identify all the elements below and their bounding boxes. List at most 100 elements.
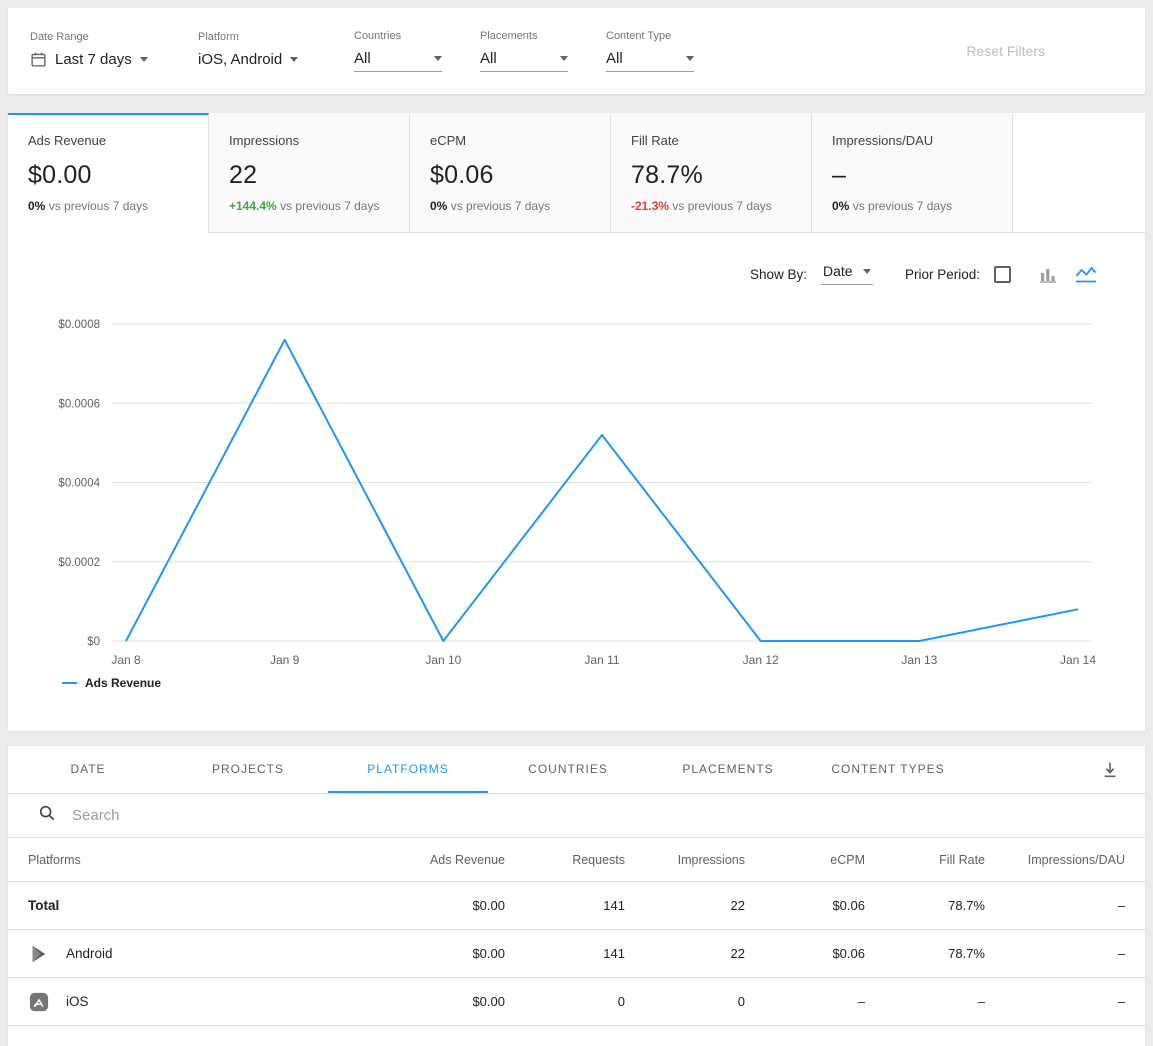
metric-delta: 0% vs previous 7 days: [430, 199, 590, 213]
date-range-value: Last 7 days: [55, 51, 132, 68]
cell-ecpm: $0.06: [745, 898, 865, 913]
show-by-label: Show By:: [750, 267, 807, 282]
legend-label: Ads Revenue: [85, 676, 161, 690]
svg-text:Jan 12: Jan 12: [743, 653, 779, 667]
svg-text:Jan 14: Jan 14: [1060, 653, 1096, 667]
countries-select[interactable]: All: [354, 50, 442, 72]
date-range-label: Date Range: [30, 31, 160, 43]
column-header-ecpm: eCPM: [745, 853, 865, 867]
metric-label: eCPM: [430, 133, 590, 148]
column-header-impressions: Impressions: [625, 853, 745, 867]
placements-select[interactable]: All: [480, 50, 568, 72]
content-type-value: All: [606, 50, 623, 67]
metric-value: 22: [229, 161, 389, 190]
chart-legend: Ads Revenue: [8, 676, 1145, 690]
show-by-select[interactable]: Date: [821, 263, 873, 285]
metric-delta: 0% vs previous 7 days: [832, 199, 992, 213]
cell-fill-rate: –: [865, 994, 985, 1009]
metric-tab-impressions[interactable]: Impressions 22 +144.4% vs previous 7 day…: [209, 113, 410, 233]
tab-platforms[interactable]: PLATFORMS: [328, 746, 488, 793]
ads-analytics-dashboard: { "colors": { "accent": "#2196f3", "posi…: [0, 8, 1153, 1037]
metric-label: Impressions/DAU: [832, 133, 992, 148]
tab-content-types[interactable]: CONTENT TYPES: [808, 746, 968, 793]
cell-impressions-dau: –: [985, 946, 1145, 961]
svg-text:Jan 10: Jan 10: [425, 653, 461, 667]
svg-text:Jan 8: Jan 8: [111, 653, 141, 667]
countries-filter: Countries All: [354, 30, 442, 72]
ios-platform-icon: [28, 992, 50, 1012]
placements-value: All: [480, 50, 497, 67]
svg-text:$0.0008: $0.0008: [58, 319, 100, 331]
metric-delta: -21.3% vs previous 7 days: [631, 199, 791, 213]
calendar-icon: [30, 51, 47, 68]
chevron-down-icon: [560, 56, 568, 61]
row-label: iOS: [66, 994, 89, 1009]
tab-projects[interactable]: PROJECTS: [168, 746, 328, 793]
platform-label: Platform: [198, 31, 316, 43]
column-header-requests: Requests: [505, 853, 625, 867]
table-row-ios[interactable]: iOS $0.00 0 0 – – –: [8, 978, 1145, 1026]
countries-label: Countries: [354, 30, 442, 42]
metric-value: $0.00: [28, 161, 188, 190]
table-row-android[interactable]: Android $0.00 141 22 $0.06 78.7% –: [8, 930, 1145, 978]
content-type-label: Content Type: [606, 30, 694, 42]
cell-impressions: 22: [625, 898, 745, 913]
cell-impressions-dau: –: [985, 898, 1145, 913]
cell-ecpm: –: [745, 994, 865, 1009]
platform-filter: Platform iOS, Android: [198, 31, 316, 72]
chart-type-toggle: [1039, 264, 1097, 284]
platform-value: iOS, Android: [198, 51, 282, 68]
cell-requests: 141: [505, 946, 625, 961]
chevron-down-icon: [863, 269, 871, 274]
chevron-down-icon: [434, 56, 442, 61]
tab-placements[interactable]: PLACEMENTS: [648, 746, 808, 793]
row-label: Total: [28, 898, 59, 913]
metric-tab-impressions-dau[interactable]: Impressions/DAU – 0% vs previous 7 days: [812, 113, 1013, 233]
search-icon: [38, 804, 56, 827]
row-label: Android: [66, 946, 113, 961]
bar-chart-icon[interactable]: [1039, 264, 1059, 284]
content-type-filter: Content Type All: [606, 30, 694, 72]
column-header-platforms: Platforms: [8, 853, 380, 867]
chart-controls: Show By: Date Prior Period:: [8, 259, 1145, 289]
metric-tab-fill-rate[interactable]: Fill Rate 78.7% -21.3% vs previous 7 day…: [611, 113, 812, 233]
prior-period-checkbox[interactable]: [994, 266, 1011, 283]
reset-filters-button[interactable]: Reset Filters: [966, 43, 1045, 59]
cell-impressions: 22: [625, 946, 745, 961]
tab-date[interactable]: DATE: [8, 746, 168, 793]
platform-select[interactable]: iOS, Android: [198, 51, 316, 72]
svg-text:$0: $0: [87, 636, 100, 648]
android-platform-icon: [28, 944, 50, 964]
metric-tab-ecpm[interactable]: eCPM $0.06 0% vs previous 7 days: [410, 113, 611, 233]
table-header-row: Platforms Ads Revenue Requests Impressio…: [8, 838, 1145, 882]
metric-tabs-filler: [1013, 113, 1145, 233]
cell-requests: 141: [505, 898, 625, 913]
metric-label: Ads Revenue: [28, 133, 188, 148]
metric-value: 78.7%: [631, 161, 791, 190]
countries-value: All: [354, 50, 371, 67]
chevron-down-icon: [140, 57, 148, 62]
metric-label: Impressions: [229, 133, 389, 148]
svg-text:Jan 13: Jan 13: [901, 653, 937, 667]
placements-label: Placements: [480, 30, 568, 42]
svg-text:$0.0006: $0.0006: [58, 398, 100, 410]
show-by-value: Date: [823, 263, 853, 279]
table-row-total[interactable]: Total $0.00 141 22 $0.06 78.7% –: [8, 882, 1145, 930]
metric-value: –: [832, 161, 992, 190]
date-range-select[interactable]: Last 7 days: [30, 51, 160, 72]
download-icon[interactable]: [1101, 746, 1119, 793]
prior-period-label: Prior Period:: [905, 267, 980, 282]
column-header-fill-rate: Fill Rate: [865, 853, 985, 867]
filter-bar: Date Range Last 7 days Platform iOS, And…: [8, 8, 1145, 94]
svg-text:$0.0002: $0.0002: [58, 557, 100, 569]
metric-delta: +144.4% vs previous 7 days: [229, 199, 389, 213]
line-chart-icon[interactable]: [1075, 264, 1097, 284]
cell-impressions-dau: –: [985, 994, 1145, 1009]
content-type-select[interactable]: All: [606, 50, 694, 72]
tab-countries[interactable]: COUNTRIES: [488, 746, 648, 793]
svg-text:Jan 9: Jan 9: [270, 653, 300, 667]
search-input[interactable]: [72, 807, 1145, 824]
cell-ads-revenue: $0.00: [380, 946, 505, 961]
svg-text:Jan 11: Jan 11: [584, 653, 619, 667]
metric-tab-ads-revenue[interactable]: Ads Revenue $0.00 0% vs previous 7 days: [8, 113, 209, 233]
